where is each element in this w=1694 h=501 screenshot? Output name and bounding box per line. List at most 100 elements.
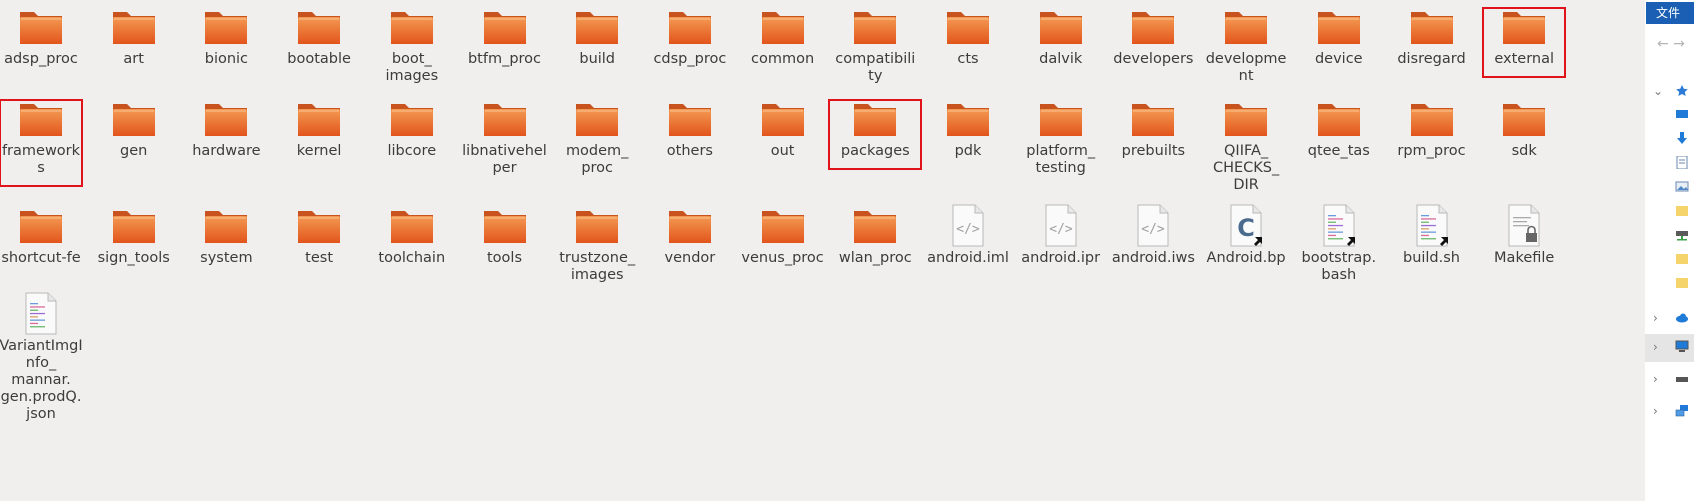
folder-art[interactable]: art <box>90 0 178 68</box>
folder-cts[interactable]: cts <box>924 0 1012 68</box>
folder-kernel[interactable]: kernel <box>275 92 363 160</box>
folder-tools[interactable]: tools <box>461 199 549 267</box>
folder-qiifa-checks-dir[interactable]: QIIFA_ CHECKS_ DIR <box>1202 92 1290 194</box>
item-label: external <box>1494 51 1555 67</box>
nav-arrows[interactable]: ← → <box>1657 36 1685 52</box>
folder-developers[interactable]: developers <box>1109 0 1197 68</box>
folder-icon <box>1410 104 1453 136</box>
folder-icon <box>205 104 248 136</box>
folder-venus-proc[interactable]: venus_proc <box>739 199 827 267</box>
folder-bootable[interactable]: bootable <box>275 0 363 68</box>
side-row-onedrive[interactable]: › <box>1645 305 1694 333</box>
svg-text:</>: </> <box>1142 222 1166 237</box>
folder-modem-proc[interactable]: modem_ proc <box>553 92 641 177</box>
chevron-right-icon[interactable]: › <box>1653 311 1658 325</box>
item-label: qtee_tas <box>1307 143 1370 159</box>
folder-vendor[interactable]: vendor <box>646 199 734 267</box>
folder-development[interactable]: developme nt <box>1202 0 1290 85</box>
chevron-right-icon[interactable]: › <box>1653 404 1658 418</box>
side-row-folder-3[interactable] <box>1645 270 1694 298</box>
folder-test[interactable]: test <box>275 199 363 267</box>
document-icon <box>1676 156 1688 169</box>
folder-bionic[interactable]: bionic <box>182 0 270 68</box>
folder-frameworks[interactable]: framework s <box>0 92 85 177</box>
computer-icon <box>1675 340 1689 352</box>
folder-sign-tools[interactable]: sign_tools <box>90 199 178 267</box>
item-label: developme nt <box>1205 51 1287 84</box>
item-label: venus_proc <box>741 250 824 266</box>
folder-qtee-tas[interactable]: qtee_tas <box>1295 92 1383 160</box>
folder-disregard[interactable]: disregard <box>1388 0 1476 68</box>
folder-icon <box>112 104 155 136</box>
folder-icon <box>1039 104 1082 136</box>
file-android-iml[interactable]: </> android.iml <box>924 199 1012 267</box>
xml-file-icon: </> <box>952 204 984 247</box>
folder-icon <box>205 12 248 44</box>
folder-dalvik[interactable]: dalvik <box>1017 0 1105 68</box>
file-android-ipr[interactable]: </> android.ipr <box>1017 199 1105 267</box>
side-row-network[interactable]: › <box>1645 398 1694 426</box>
folder-icon <box>112 12 155 44</box>
file-build-sh[interactable]: build.sh <box>1388 199 1476 267</box>
folder-wlan-proc[interactable]: wlan_proc <box>831 199 919 267</box>
item-label: others <box>666 143 713 159</box>
item-label: cdsp_proc <box>653 51 727 67</box>
folder-adsp-proc[interactable]: adsp_proc <box>0 0 85 68</box>
item-label: framework s <box>1 143 81 176</box>
folder-icon <box>947 12 989 44</box>
item-label: platform_ testing <box>1026 143 1096 176</box>
chevron-right-icon[interactable]: › <box>1653 340 1658 354</box>
folder-icon <box>1410 12 1453 44</box>
item-label: build.sh <box>1402 250 1460 266</box>
folder-packages[interactable]: packages <box>831 92 919 160</box>
folder-hardware[interactable]: hardware <box>182 92 270 160</box>
chevron-down-icon[interactable]: ⌄ <box>1653 84 1663 98</box>
folder-sdk[interactable]: sdk <box>1480 92 1568 160</box>
item-label: test <box>305 250 334 266</box>
folder-btfm-proc[interactable]: btfm_proc <box>461 0 549 68</box>
folder-shortcut-fe[interactable]: shortcut-fe <box>0 199 85 267</box>
folder-external[interactable]: external <box>1480 0 1568 68</box>
folder-cdsp-proc[interactable]: cdsp_proc <box>646 0 734 68</box>
folder-prebuilts[interactable]: prebuilts <box>1109 92 1197 160</box>
file-makefile[interactable]: Makefile <box>1480 199 1568 267</box>
chevron-right-icon[interactable]: › <box>1653 372 1658 386</box>
folder-out[interactable]: out <box>739 92 827 160</box>
item-label: android.iml <box>927 250 1009 266</box>
folder-libnativehelper[interactable]: libnativehel per <box>461 92 549 177</box>
side-row-drive[interactable]: › <box>1645 366 1694 394</box>
folder-gen[interactable]: gen <box>90 92 178 160</box>
item-label: shortcut-fe <box>1 250 81 266</box>
folder-icon <box>854 12 897 44</box>
item-label: Android.bp <box>1206 250 1286 266</box>
folder-icon <box>390 211 433 243</box>
folder-pdk[interactable]: pdk <box>924 92 1012 160</box>
item-label: device <box>1314 51 1363 67</box>
picture-icon <box>1675 181 1689 192</box>
folder-build[interactable]: build <box>553 0 641 68</box>
side-row-this-pc[interactable]: › <box>1645 334 1694 362</box>
item-label: art <box>123 51 144 67</box>
folder-system[interactable]: system <box>182 199 270 267</box>
folder-common[interactable]: common <box>739 0 827 68</box>
folder-icon <box>1132 12 1175 44</box>
folder-device[interactable]: device <box>1295 0 1383 68</box>
folder-toolchain[interactable]: toolchain <box>368 199 456 267</box>
folder-boot-images[interactable]: boot_ images <box>368 0 456 85</box>
folder-icon <box>854 211 897 243</box>
folder-trustzone-images[interactable]: trustzone_ images <box>553 199 641 284</box>
folder-others[interactable]: others <box>646 92 734 160</box>
folder-compatibility[interactable]: compatibili ty <box>831 0 919 85</box>
item-label: trustzone_ images <box>559 250 636 283</box>
file-variantimginfo-mannar-gen-prodq-json[interactable]: VariantImgI nfo_ mannar. gen.prodQ. json <box>0 287 85 423</box>
folder-rpm-proc[interactable]: rpm_proc <box>1388 92 1476 160</box>
folder-icon <box>483 12 526 44</box>
folder-platform-testing[interactable]: platform_ testing <box>1017 92 1105 177</box>
item-label: rpm_proc <box>1397 143 1466 159</box>
file-android-bp[interactable]: C Android.bp <box>1202 199 1290 267</box>
file-bootstrap-bash[interactable]: bootstrap. bash <box>1295 199 1383 284</box>
file-tab[interactable]: 文件 <box>1646 2 1694 24</box>
folder-libcore[interactable]: libcore <box>368 92 456 160</box>
file-android-iws[interactable]: </> android.iws <box>1109 199 1197 267</box>
item-label: prebuilts <box>1121 143 1186 159</box>
